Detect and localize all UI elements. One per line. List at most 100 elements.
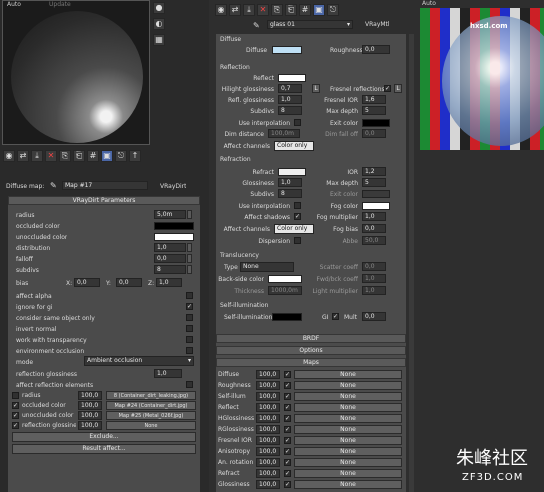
dirt-map-checkbox[interactable]: ✓ <box>12 402 19 409</box>
dirt-map-checkbox[interactable] <box>12 392 19 399</box>
dirt-checkbox[interactable] <box>186 325 193 332</box>
dirt-map-amount[interactable]: 100,0 <box>78 401 102 410</box>
refract-color-swatch[interactable] <box>278 168 306 176</box>
mid-map-button[interactable]: None <box>294 425 402 434</box>
mid-map-amount[interactable]: 100,0 <box>256 392 280 401</box>
mid-map-amount[interactable]: 100,0 <box>256 436 280 445</box>
right-preview-slot[interactable]: hxsd.com <box>420 8 544 150</box>
refr-max-depth-field[interactable]: 5 <box>362 178 386 187</box>
background-icon[interactable]: ▦ <box>153 34 165 46</box>
material-type-button[interactable]: VRayMtl <box>365 21 390 28</box>
dirt-checkbox[interactable] <box>186 292 193 299</box>
mid-map-button[interactable]: None <box>294 436 402 445</box>
mid-map-checkbox[interactable]: ✓ <box>284 415 291 422</box>
material-name-field[interactable]: glass 01 ▾ <box>267 20 353 29</box>
scatter-coeff-field[interactable]: 0,0 <box>362 262 386 271</box>
refl-max-depth-field[interactable]: 5 <box>362 106 386 115</box>
mid-map-amount[interactable]: 100,0 <box>256 370 280 379</box>
reflect-color-swatch[interactable] <box>278 74 306 82</box>
left-preview-slot[interactable]: Auto Update <box>2 0 150 145</box>
show-end-icon[interactable]: ⎋ <box>327 4 339 16</box>
dirt-map-amount[interactable]: 100,0 <box>78 421 102 430</box>
light-multiplier-field[interactable]: 1,0 <box>362 286 386 295</box>
bias-z-field[interactable]: 1,0 <box>156 278 182 287</box>
dirt-checkbox[interactable] <box>186 314 193 321</box>
mid-map-amount[interactable]: 100,0 <box>256 458 280 467</box>
spinner-icon[interactable] <box>187 210 192 219</box>
mid-map-button[interactable]: None <box>294 392 402 401</box>
backside-color-swatch[interactable] <box>268 275 302 283</box>
tab-update[interactable]: Update <box>49 1 71 8</box>
mid-map-checkbox[interactable]: ✓ <box>284 481 291 488</box>
dirt-map-checkbox[interactable]: ✓ <box>12 412 19 419</box>
mid-map-amount[interactable]: 100,0 <box>256 447 280 456</box>
bias-x-field[interactable]: 0,0 <box>74 278 100 287</box>
self-illumination-swatch[interactable] <box>272 313 302 321</box>
dim-distance-field[interactable]: 100,0m <box>268 129 300 138</box>
mid-map-amount[interactable]: 100,0 <box>256 469 280 478</box>
map-name-field[interactable]: Map #17 <box>62 181 148 190</box>
mid-map-checkbox[interactable]: ✓ <box>284 382 291 389</box>
dirt-checkbox[interactable]: ✓ <box>186 303 193 310</box>
right-tab-auto[interactable]: Auto <box>422 0 436 7</box>
dirt-checkbox[interactable] <box>186 336 193 343</box>
dirt-map-amount[interactable]: 100,0 <box>78 411 102 420</box>
dirt-params-title[interactable]: VRayDirt Parameters <box>8 196 200 205</box>
put-to-scene-icon[interactable]: ⇄ <box>17 150 29 162</box>
tab-auto[interactable]: Auto <box>7 1 21 8</box>
show-map-icon[interactable]: ▣ <box>101 150 113 162</box>
mid-map-amount[interactable]: 100,0 <box>256 403 280 412</box>
mid-map-button[interactable]: None <box>294 403 402 412</box>
dirt-param-field[interactable]: 0,0 <box>154 254 186 263</box>
mid-map-checkbox[interactable]: ✓ <box>284 437 291 444</box>
fog-color-swatch[interactable] <box>362 202 390 210</box>
mid-map-button[interactable]: None <box>294 370 402 379</box>
mid-map-checkbox[interactable]: ✓ <box>284 371 291 378</box>
affect-shadows-checkbox[interactable]: ✓ <box>294 213 301 220</box>
mid-map-button[interactable]: None <box>294 381 402 390</box>
refl-glossiness-field[interactable]: 1,0 <box>278 95 302 104</box>
ior-field[interactable]: 1,2 <box>362 167 386 176</box>
mid-map-checkbox[interactable]: ✓ <box>284 448 291 455</box>
roughness-field[interactable]: 0,0 <box>362 45 390 54</box>
dirt-checkbox[interactable] <box>186 347 193 354</box>
refl-affect-channels-dropdown[interactable]: Color only <box>274 141 314 151</box>
fwd-bck-coeff-field[interactable]: 1,0 <box>362 274 386 283</box>
fresnel-ior-field[interactable]: 1,6 <box>362 95 386 104</box>
refr-exit-color-swatch[interactable] <box>362 190 390 198</box>
mid-map-checkbox[interactable]: ✓ <box>284 393 291 400</box>
dirt-map-button[interactable]: Map #25 (Metal_026f.jpg) <box>106 411 196 420</box>
fresnel-reflections-checkbox[interactable]: ✓ <box>384 85 391 92</box>
mid-map-checkbox[interactable]: ✓ <box>284 404 291 411</box>
mid-map-checkbox[interactable]: ✓ <box>284 470 291 477</box>
eyedropper-icon[interactable]: ✎ <box>253 21 263 31</box>
mid-map-button[interactable]: None <box>294 469 402 478</box>
occluded-color-swatch[interactable] <box>154 222 194 230</box>
mid-map-checkbox[interactable]: ✓ <box>284 426 291 433</box>
dirt-param-field[interactable]: 5,0m <box>154 210 186 219</box>
mode-dropdown[interactable]: Ambient occlusion ▾ <box>84 356 194 366</box>
unique-icon[interactable]: ⎗ <box>73 150 85 162</box>
sample-type-icon[interactable]: ● <box>153 2 165 14</box>
unoccluded-color-swatch[interactable] <box>154 233 194 241</box>
rollout-maps[interactable]: Maps <box>216 358 406 367</box>
spinner-icon[interactable] <box>187 254 192 263</box>
copy-icon[interactable]: ⎘ <box>59 150 71 162</box>
dirt-param-field[interactable]: 1,0 <box>154 243 186 252</box>
fog-multiplier-field[interactable]: 1,0 <box>362 212 386 221</box>
show-end-icon[interactable]: ⎋ <box>115 150 127 162</box>
unique-icon[interactable]: ⎗ <box>285 4 297 16</box>
show-map-icon[interactable]: ▣ <box>313 4 325 16</box>
material-id-icon[interactable]: # <box>299 4 311 16</box>
copy-icon[interactable]: ⎘ <box>271 4 283 16</box>
dim-falloff-field[interactable]: 0,0 <box>362 129 386 138</box>
mid-map-amount[interactable]: 100,0 <box>256 414 280 423</box>
get-material-icon[interactable]: ◉ <box>215 4 227 16</box>
material-id-icon[interactable]: # <box>87 150 99 162</box>
refr-glossiness-field[interactable]: 1,0 <box>278 178 302 187</box>
abbe-field[interactable]: 50,0 <box>362 236 386 245</box>
dirt-map-button[interactable]: Map #24 (Container_dirt.jpg) <box>106 401 196 410</box>
fresnel-lock-l-button[interactable]: L <box>394 84 402 93</box>
affect-reflection-checkbox[interactable] <box>186 381 193 388</box>
dirt-map-button[interactable]: 8 (Container_dirt_leaking.jpg) <box>106 391 196 400</box>
